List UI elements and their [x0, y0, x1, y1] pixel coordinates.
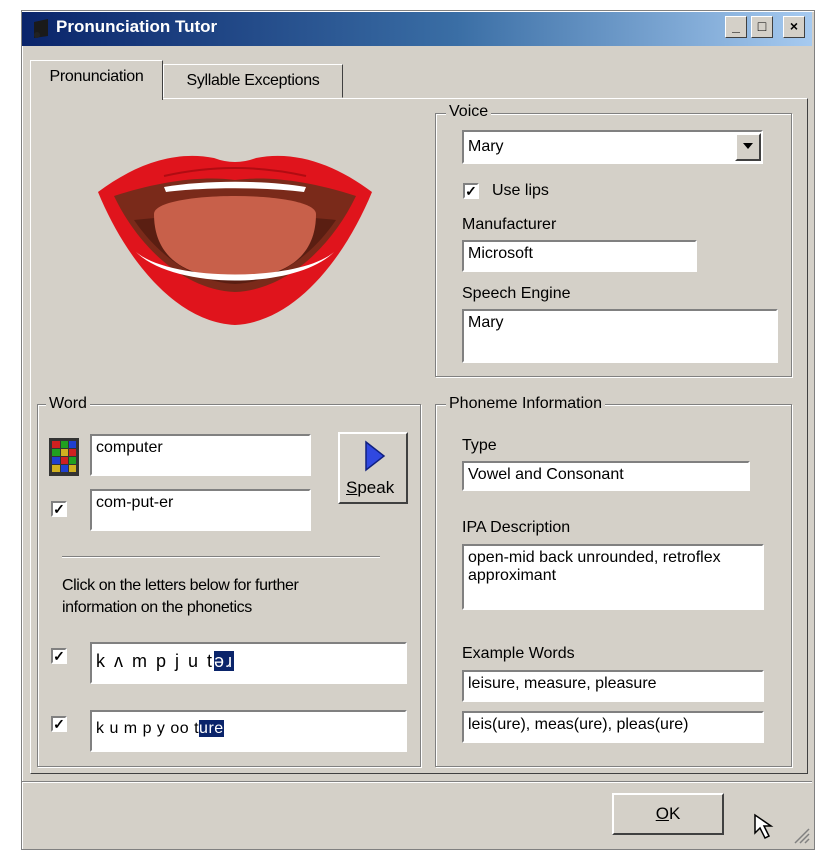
phoneme-group-label: Phoneme Information	[446, 395, 605, 413]
speech-engine-field[interactable]: Mary	[462, 309, 778, 363]
word-input[interactable]: computer	[90, 434, 311, 476]
phonetic-selected[interactable]: əɹ	[214, 651, 235, 671]
ipa-description-field[interactable]: open-mid back unrounded, retroflex appro…	[462, 544, 764, 610]
footer-separator	[22, 781, 812, 782]
speak-button[interactable]: Speak	[338, 432, 408, 504]
manufacturer-label: Manufacturer	[462, 216, 557, 233]
example-words-label: Example Words	[462, 645, 575, 662]
instructions-text: Click on the letters below for further i…	[62, 577, 299, 616]
word-group-label: Word	[46, 395, 90, 413]
ok-button[interactable]: OK	[612, 793, 724, 835]
speak-label: Speak	[346, 478, 395, 497]
syllables-input[interactable]: com-put-er	[90, 489, 311, 531]
play-icon	[365, 440, 386, 472]
spelling-checkbox[interactable]: ✓	[51, 716, 67, 732]
tab-pronunciation[interactable]: Pronunciation	[30, 60, 163, 100]
voice-select[interactable]: Mary	[462, 130, 763, 164]
spelling-selected[interactable]: ure	[199, 720, 224, 737]
manufacturer-field[interactable]: Microsoft	[462, 240, 697, 272]
speech-engine-label: Speech Engine	[462, 285, 571, 302]
phonetic-plain: k ʌ m p j u t	[96, 651, 215, 671]
window-title: Pronunciation Tutor	[56, 17, 218, 36]
use-lips-checkbox[interactable]: ✓	[463, 183, 479, 199]
voice-group-label: Voice	[446, 103, 492, 121]
app-icon	[34, 19, 48, 38]
example-words-field[interactable]: leisure, measure, pleasure	[462, 670, 764, 702]
type-label: Type	[462, 437, 497, 454]
cursor-icon	[754, 813, 774, 840]
separator	[62, 556, 380, 557]
grid-icon[interactable]	[49, 438, 79, 476]
use-lips-label: Use lips	[492, 182, 549, 199]
phonetic-checkbox[interactable]: ✓	[51, 648, 67, 664]
phonetic-field[interactable]: k ʌ m p j u təɹ	[90, 642, 407, 684]
example-words-marked-field[interactable]: leis(ure), meas(ure), pleas(ure)	[462, 711, 764, 743]
tab-syllable-exceptions[interactable]: Syllable Exceptions	[163, 64, 343, 98]
spelling-field[interactable]: k u m p y oo ture	[90, 710, 407, 752]
type-field[interactable]: Vowel and Consonant	[462, 461, 750, 491]
spelling-plain: k u m p y oo t	[96, 720, 200, 737]
resize-grip-icon[interactable]	[792, 826, 810, 844]
ipa-description-label: IPA Description	[462, 519, 571, 536]
chevron-down-icon	[743, 143, 753, 149]
voice-select-value: Mary	[468, 138, 504, 155]
syllables-checkbox[interactable]: ✓	[51, 501, 67, 517]
maximize-button[interactable]: □	[751, 16, 773, 38]
minimize-button[interactable]: _	[725, 16, 747, 38]
voice-dropdown-button[interactable]	[735, 133, 761, 161]
mouth-illustration	[98, 155, 372, 325]
close-button[interactable]: ×	[783, 16, 805, 38]
